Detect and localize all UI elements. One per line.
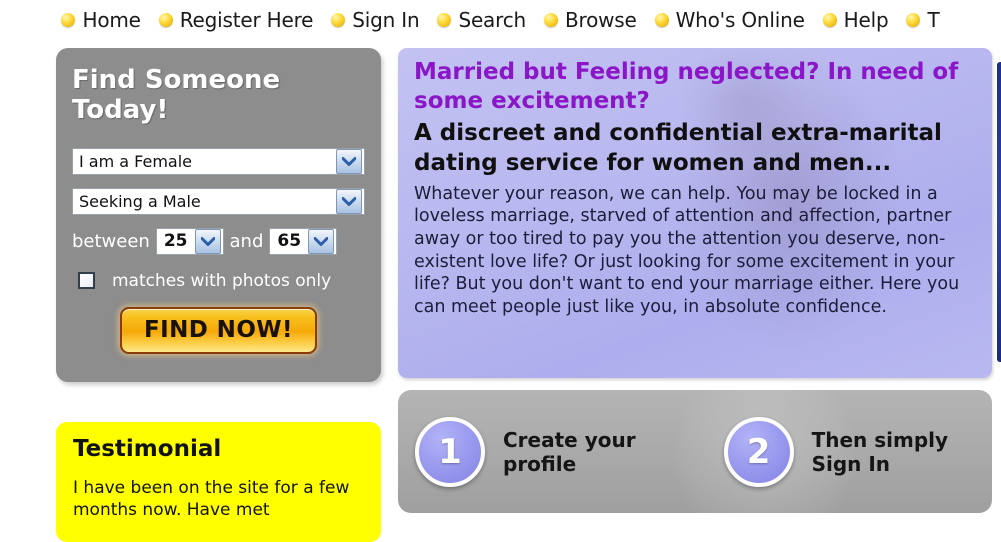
nav-item-home[interactable]: Home [61, 8, 141, 32]
nav-item-label: T [927, 8, 940, 32]
seeking-select[interactable]: Seeking a Male [72, 187, 365, 215]
age-min-value: 25 [163, 231, 188, 252]
testimonial-body: I have been on the site for a few months… [73, 478, 350, 520]
age-max-select[interactable]: 65 [269, 227, 338, 255]
promo-body-text: Whatever your reason, we can help. You m… [414, 183, 960, 318]
nav-item-label: Who's Online [675, 8, 805, 32]
bullet-icon [543, 13, 558, 27]
step-number-circle: 1 [415, 416, 485, 487]
age-range-row: between 25 and 65 [72, 227, 365, 255]
nav-item-label: Register Here [179, 8, 314, 32]
bullet-icon [906, 13, 921, 27]
photos-only-row: matches with photos only [72, 271, 365, 291]
chevron-down-icon[interactable] [336, 148, 362, 174]
bullet-icon [654, 13, 669, 27]
find-someone-panel: Find Someone Today! I am a Female Seekin… [56, 48, 381, 382]
nav-item-label: Help [843, 8, 889, 32]
gender-select-value: I am a Female [79, 151, 193, 171]
chevron-down-icon[interactable] [194, 228, 221, 254]
promo-side-strip [997, 62, 1001, 362]
promo-banner: Married but Feeling neglected? In need o… [398, 48, 992, 378]
step-item-1: 1 Create your profile [415, 416, 636, 487]
step-label: Then simply Sign In [811, 427, 949, 476]
bullet-icon [158, 13, 173, 27]
gender-select[interactable]: I am a Female [72, 147, 365, 175]
top-navigation-bar: Home Register Here Sign In Search Browse… [0, 0, 1001, 40]
bullet-icon [331, 13, 346, 27]
age-max-value: 65 [277, 231, 302, 252]
nav-item-sign-in[interactable]: Sign In [331, 8, 420, 32]
nav-item-register-here[interactable]: Register Here [158, 8, 314, 32]
nav-item-label: Search [458, 8, 526, 32]
chevron-down-icon[interactable] [336, 188, 362, 214]
testimonial-title: Testimonial [73, 436, 222, 462]
find-now-button-wrap: FIND NOW! [72, 306, 365, 354]
bullet-icon [437, 13, 452, 27]
nav-item-label: Home [82, 8, 141, 32]
find-now-button[interactable]: FIND NOW! [120, 306, 317, 354]
steps-panel: 1 Create your profile 2 Then simply Sign… [398, 390, 992, 513]
step-number-circle: 2 [723, 416, 794, 487]
age-between-label: between [72, 230, 150, 252]
promo-headline-purple: Married but Feeling neglected? In need o… [414, 59, 959, 115]
testimonial-panel: Testimonial I have been on the site for … [56, 422, 381, 542]
seeking-select-value: Seeking a Male [79, 191, 201, 211]
step-item-2: 2 Then simply Sign In [723, 416, 949, 487]
nav-item-browse[interactable]: Browse [543, 8, 637, 32]
nav-item-label: Browse [564, 8, 637, 32]
find-panel-title: Find Someone Today! [72, 65, 281, 125]
chevron-down-icon[interactable] [308, 228, 335, 254]
age-min-select[interactable]: 25 [155, 227, 224, 255]
bullet-icon [61, 13, 76, 27]
nav-item-help[interactable]: Help [822, 8, 889, 32]
bullet-icon [822, 13, 837, 27]
age-and-label: and [229, 230, 264, 252]
nav-item-whos-online[interactable]: Who's Online [654, 8, 805, 32]
nav-item-truncated[interactable]: T [906, 8, 940, 32]
nav-item-search[interactable]: Search [437, 8, 526, 32]
photos-only-label: matches with photos only [112, 270, 332, 291]
step-label: Create your profile [503, 427, 636, 476]
nav-item-label: Sign In [352, 8, 420, 32]
promo-headline-dark: A discreet and confidential extra-marita… [414, 120, 942, 176]
photos-only-checkbox[interactable] [78, 272, 95, 290]
